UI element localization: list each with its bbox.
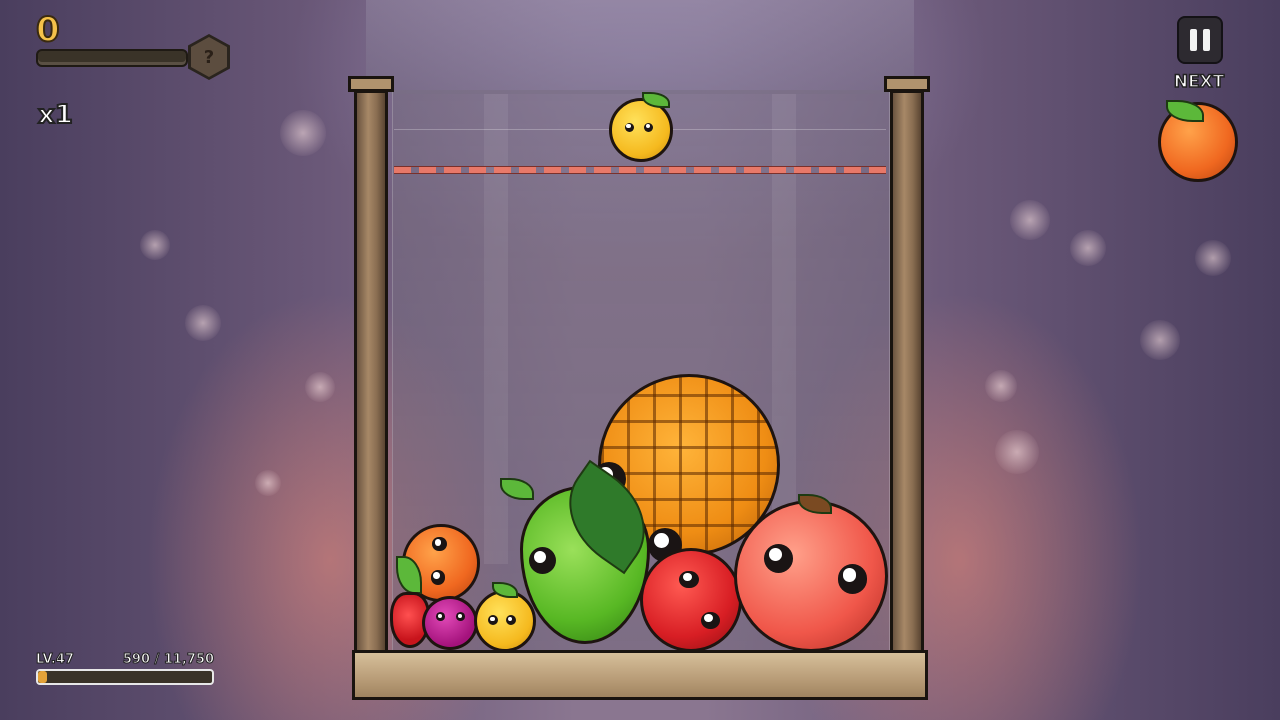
eye-icon (430, 570, 446, 585)
container-base (352, 650, 928, 700)
bokeh-light (280, 110, 326, 156)
level-info: LV.47 590 / 11,750 (36, 652, 215, 668)
level-progress-fill (38, 671, 47, 683)
next-label: NEXT (1173, 71, 1225, 93)
pause-icon-bar (1190, 29, 1197, 51)
eye-icon (763, 543, 794, 574)
eye-icon (488, 615, 499, 626)
bokeh-light (305, 372, 335, 402)
bokeh-light (185, 305, 221, 341)
bokeh-light (255, 470, 281, 496)
bokeh-light (1140, 320, 1180, 360)
level-progress-text: 590 / 11,750 (122, 652, 214, 668)
peach-fruit (734, 500, 888, 652)
eye-icon (679, 570, 699, 589)
eye-icon (506, 615, 517, 626)
level-progress-bar (36, 669, 214, 685)
eye-icon (432, 537, 447, 552)
glass-shine (772, 94, 796, 564)
eye-icon (643, 123, 654, 133)
bokeh-light (140, 230, 170, 260)
right-post (890, 90, 924, 655)
container-glass-top (366, 0, 914, 94)
bokeh-light (995, 430, 1039, 474)
lemon-fruit (474, 590, 536, 652)
danger-line (394, 166, 886, 174)
eye-icon (456, 612, 465, 622)
apple-fruit (640, 548, 742, 652)
multiplier-label: x1 (37, 99, 74, 131)
eye-icon (529, 546, 557, 575)
plum-fruit (422, 596, 478, 650)
bokeh-light (985, 370, 1017, 402)
bokeh-light (1010, 200, 1050, 240)
bokeh-light (1070, 230, 1106, 266)
level-label: LV.47 (36, 652, 75, 668)
left-post (354, 90, 388, 655)
pause-button[interactable] (1177, 16, 1223, 64)
eye-icon (700, 611, 720, 630)
bokeh-light (1195, 240, 1231, 276)
eye-icon (624, 123, 635, 133)
score-progress-bar (36, 49, 188, 67)
score-display: 0 (35, 9, 61, 51)
eye-icon (436, 612, 445, 622)
eye-icon (837, 564, 868, 594)
pause-icon-bar (1203, 29, 1210, 51)
